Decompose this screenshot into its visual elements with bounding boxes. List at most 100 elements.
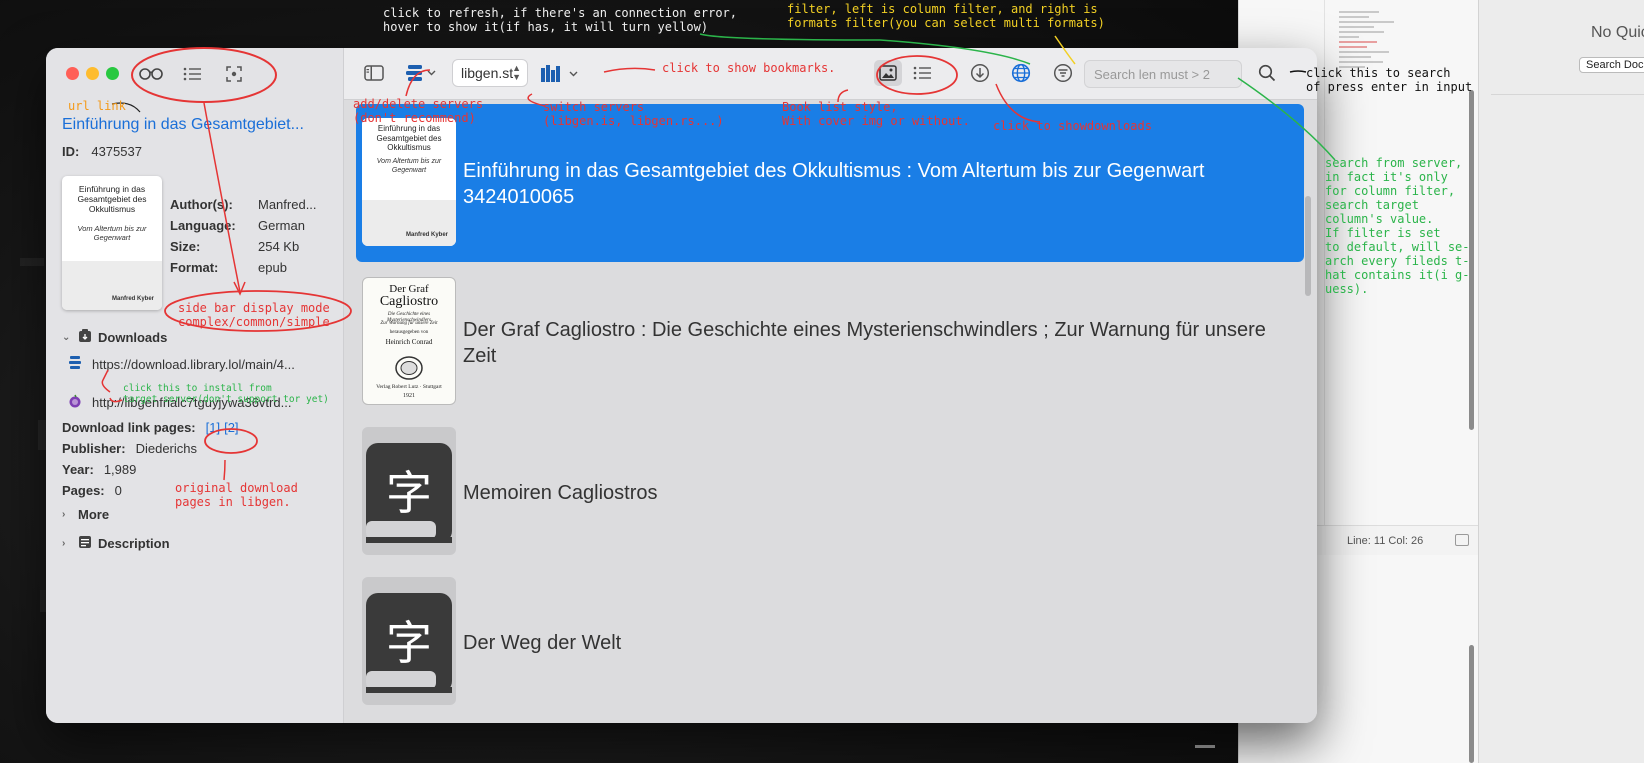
libgen-server-icon [68,355,82,374]
editor-scrollbar-lower[interactable] [1469,645,1474,763]
no-quick-label: No Quic [1591,24,1644,41]
sidebar-mode-common-icon[interactable] [180,62,204,86]
plain-style-list-icon[interactable] [908,60,936,86]
server-manage-icon[interactable] [404,60,440,86]
annotation-search-server: search from server, in fact it's only fo… [1325,156,1470,296]
meta-label: Format: [170,260,219,275]
search-input[interactable] [1084,60,1242,88]
book-row[interactable]: 字 Der Weg der Welt [356,563,1304,721]
meta-author: Author(s): Manfred... [170,197,320,212]
cover-publisher: Verlag Robert Lutz · Stuttgart [376,384,442,390]
annotation-bookmarks: click to show bookmarks. [662,61,836,75]
book-url-link[interactable]: Einführung in das Gesamtgebiet... [62,116,332,134]
chevron-down-icon: ⌄ [62,332,71,343]
book-list-scrollbar[interactable] [1305,196,1311,296]
pages-label: Pages: [62,483,105,498]
cover-text-line: herausgegeben von [389,330,429,335]
minimize-window-button[interactable] [86,67,99,80]
bookmarks-icon[interactable] [538,60,584,86]
background-quick-panel: No Quic Search Doc [1478,0,1644,763]
cover-subtitle: Vom Altertum bis zur Gegenwart [376,158,442,174]
book-id-row: ID: 4375537 [62,144,142,159]
book-cover: Der Graf Cagliostro Die Geschichte eines… [362,277,456,405]
cover-title-line: Cagliostro [379,294,439,309]
sidebar-mode-simple-icon[interactable] [222,62,246,86]
meta-label: Language: [170,218,236,233]
book-title: Einführung in das Gesamtgebiet des Okkul… [463,160,1205,208]
chevron-right-icon: › [62,509,66,520]
book-list: Einführung in das Gesamtgebiet des Okkul… [344,100,1317,723]
sidebar-mode-complex-icon[interactable] [138,62,164,86]
cover-title: Einführung in das Gesamtgebiet des Okkul… [77,184,147,214]
download-url: https://download.library.lol/main/4... [92,357,295,372]
close-window-button[interactable] [66,67,79,80]
refresh-globe-icon[interactable] [1010,62,1032,84]
annotation-downloads: click to showdownloads [993,119,1152,133]
publisher-row: Publisher: Diederichs [62,441,197,456]
meta-language: Language: German [170,218,320,233]
more-label: More [78,507,110,522]
placeholder-glyph: 字 [386,616,432,670]
annotation-install: click this to install from target server… [123,383,329,405]
download-link-0[interactable]: https://download.library.lol/main/4... [68,355,304,374]
annotation-filter: filter, left is column filter, and right… [787,2,1105,30]
book-title: Der Graf Cagliostro : Die Geschichte ein… [463,319,1266,367]
seal-emblem-icon [394,355,424,381]
cover-text-line: Heinrich Conrad [385,338,433,346]
annotation-refresh: click to refresh, if there's an connecti… [383,6,738,34]
downloads-heading: Downloads [98,330,168,345]
publisher-value: Diederichs [135,441,197,456]
description-section-toggle[interactable]: › Description [62,535,170,552]
search-icon[interactable] [1256,62,1278,84]
book-title: Memoiren Cagliostros [463,482,658,504]
annotation-url-link: url link [68,99,126,113]
link-pages-label: Download link pages: [62,420,196,435]
year-label: Year: [62,462,94,477]
meta-value: epub [258,260,287,275]
toggle-sidebar-icon[interactable] [362,62,386,84]
server-select[interactable]: libgen.st ▲ ▼ [452,59,528,87]
main-content: libgen.st ▲ ▼ Search len must > 2 Einfüh… [344,48,1317,723]
link-page-1[interactable]: [1] [206,420,220,435]
book-row[interactable]: 字 Memoiren Cagliostros [356,413,1304,571]
cover-text-line: Zur Warnung für unsere Zeit [380,321,438,326]
cover-title: Einführung in das Gesamtgebiet des Okkul… [376,124,442,152]
downloads-arrow-icon[interactable] [969,62,991,84]
meta-format: Format: epub [170,260,320,275]
tor-icon [68,394,82,411]
downloads-section-toggle[interactable]: ⌄ Downloads [62,329,167,346]
description-icon [78,535,92,552]
line-col-indicator: Line: 11 Col: 26 [1347,535,1424,547]
cover-author: Manfred Kyber [111,296,154,302]
zoom-window-button[interactable] [106,67,119,80]
id-value: 4375537 [91,144,142,159]
annotation-servers-switch: switch servers (libgen.is, libgen.rs...) [543,100,724,128]
id-label: ID: [62,144,80,159]
annotation-list-style: Book list style, With cover img or witho… [782,100,970,128]
cover-style-image-icon[interactable] [874,60,902,86]
panel-toggle-icon[interactable] [1455,534,1469,546]
downloads-icon [78,329,92,346]
meta-label: Author(s): [170,197,233,212]
meta-value: Manfred... [258,197,317,212]
book-title: Der Weg der Welt [463,632,622,654]
book-cover: Einführung in das Gesamtgebiet des Okkul… [362,118,456,246]
link-page-2[interactable]: [2] [224,420,238,435]
cover-author: Manfred Kyber [405,232,448,238]
annotation-sidebar-mode: side bar display mode complex/common/sim… [178,301,330,329]
sidebar-book-cover: Einführung in das Gesamtgebiet des Okkul… [62,176,162,310]
editor-scrollbar[interactable] [1469,90,1474,430]
cover-year: 1921 [403,393,415,399]
meta-label: Size: [170,239,201,254]
filter-icon[interactable] [1052,62,1074,84]
book-placeholder-icon: 字 [362,577,456,705]
annotation-servers-add: add/delete servers (don't recommend) [353,97,484,125]
annotation-search-button: click this to search of press enter in i… [1306,66,1473,94]
book-row[interactable]: Der Graf Cagliostro Die Geschichte eines… [356,263,1304,421]
book-list-style-toggle[interactable] [872,58,938,88]
meta-value: 254 Kb [258,239,300,254]
meta-size: Size: 254 Kb [170,239,320,254]
more-section-toggle[interactable]: › More [62,507,109,522]
cover-subtitle: Vom Altertum bis zur Gegenwart [77,224,147,242]
search-doc-button[interactable]: Search Doc [1579,57,1644,73]
